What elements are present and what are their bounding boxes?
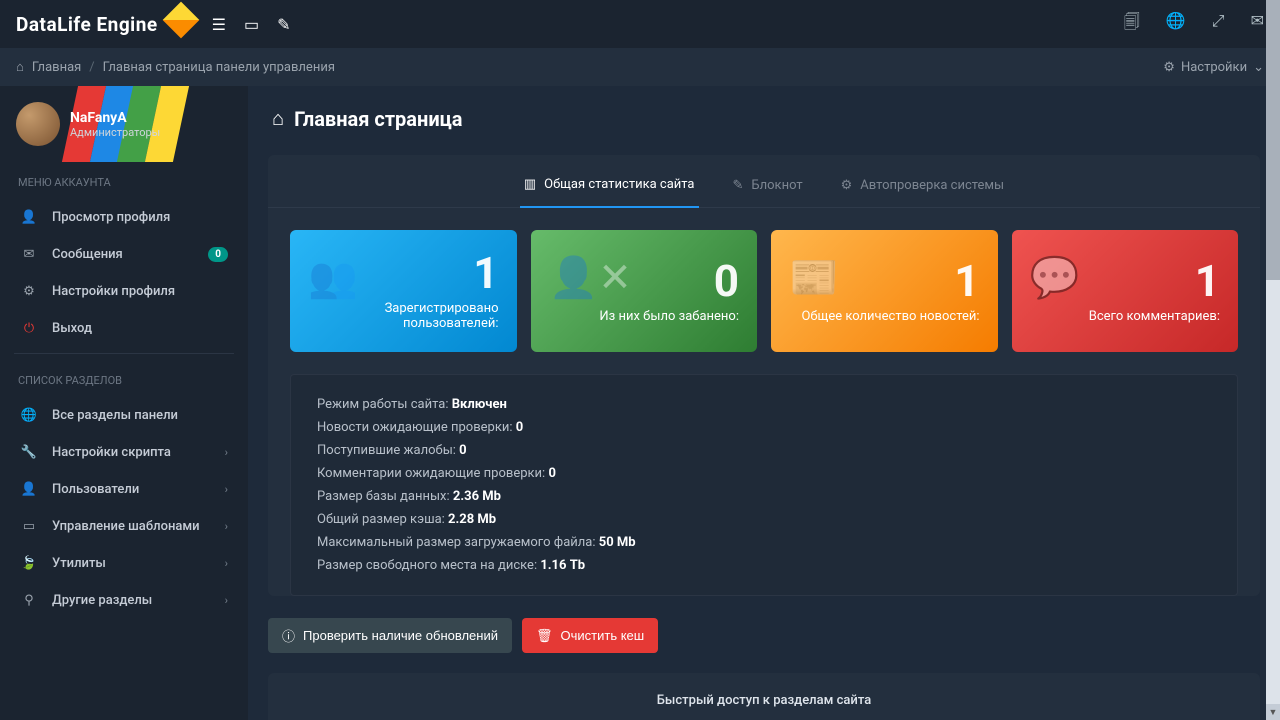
sidebar-item-users[interactable]: 👤 Пользователи › — [0, 471, 248, 508]
comments-icon: 💬 — [1030, 254, 1080, 301]
gear-icon: ⚙ — [841, 178, 853, 193]
info-row: Общий размер кэша: 2.28 Mb — [317, 508, 1211, 531]
stat-card-banned[interactable]: 👤✕ 0 Из них было забанено: — [531, 230, 758, 352]
envelope-icon: ✉ — [20, 247, 38, 262]
logo[interactable]: DataLife Engine — [16, 11, 194, 37]
sidebar-item-templates[interactable]: ▭ Управление шаблонами › — [0, 508, 248, 545]
action-buttons: ⓘ Проверить наличие обновлений 🗑 Очистит… — [268, 618, 1260, 655]
stat-card-news[interactable]: 📰 1 Общее количество новостей: — [771, 230, 998, 352]
stat-card-users[interactable]: 👥 1 Зарегистрировано пользователей: — [290, 230, 517, 352]
sidebar: NaFanyA Администраторы МЕНЮ АККАУНТА 👤 П… — [0, 86, 248, 720]
power-icon: ⏻ — [20, 321, 38, 336]
sidebar-item-utilities[interactable]: 🍃 Утилиты › — [0, 545, 248, 582]
chevron-right-icon: › — [225, 520, 228, 533]
topbar: DataLife Engine ☰ ▭ ✎ 🗐 🌐 ⤢ ✉ — [0, 0, 1280, 48]
sidebar-item-messages[interactable]: ✉ Сообщения 0 — [0, 236, 248, 273]
chevron-right-icon: › — [225, 557, 228, 570]
quick-access-title: Быстрый доступ к разделам сайта — [288, 693, 1240, 708]
gear-icon: ⚙ — [1163, 60, 1175, 75]
globe-icon[interactable]: 🌐 — [1166, 11, 1186, 38]
chevron-right-icon: › — [225, 446, 228, 459]
laptop-icon: ▭ — [20, 519, 38, 534]
home-icon[interactable]: ⌂ — [16, 59, 24, 75]
share-icon: ⚲ — [20, 593, 38, 608]
chevron-down-icon: ⌄ — [1253, 60, 1264, 75]
user-icon: 👤 — [20, 482, 38, 497]
scrollbar-thumb[interactable] — [1266, 0, 1280, 280]
edit-icon: ✎ — [733, 178, 744, 193]
avatar — [16, 102, 60, 146]
settings-dropdown[interactable]: ⚙ Настройки ⌄ — [1163, 60, 1264, 75]
scrollbar-down-button[interactable]: ▼ — [1266, 704, 1280, 720]
chevron-right-icon: › — [225, 594, 228, 607]
info-row: Поступившие жалобы: 0 — [317, 439, 1211, 462]
quick-access-panel: Быстрый доступ к разделам сайта — [268, 673, 1260, 720]
scrollbar[interactable]: ▼ — [1266, 0, 1280, 720]
mail-icon[interactable]: ✉ — [1251, 11, 1264, 38]
stat-card-comments[interactable]: 💬 1 Всего комментариев: — [1012, 230, 1239, 352]
home-icon: ⌂ — [272, 106, 284, 131]
user-block[interactable]: NaFanyA Администраторы — [0, 86, 248, 162]
info-icon: ⓘ — [282, 626, 295, 645]
edit-icon[interactable]: ✎ — [277, 15, 290, 34]
user-banned-icon: 👤✕ — [549, 254, 632, 301]
info-row: Новости ожидающие проверки: 0 — [317, 416, 1211, 439]
sidebar-item-settings[interactable]: ⚙ Настройки профиля — [0, 273, 248, 310]
tabs: ▥ Общая статистика сайта ✎ Блокнот ⚙ Авт… — [268, 155, 1260, 208]
info-panel: Режим работы сайта: Включен Новости ожид… — [290, 374, 1238, 596]
trash-icon: 🗑 — [536, 628, 553, 644]
news-icon[interactable]: ▭ — [244, 15, 259, 34]
info-row: Размер свободного места на диске: 1.16 T… — [317, 554, 1211, 577]
messages-badge: 0 — [208, 247, 228, 262]
clear-cache-button[interactable]: 🗑 Очистить кеш — [522, 618, 658, 653]
page-title: ⌂ Главная страница — [268, 86, 1260, 155]
chart-icon: ▥ — [524, 177, 536, 192]
sidebar-item-other[interactable]: ⚲ Другие разделы › — [0, 582, 248, 619]
globe-icon: 🌐 — [20, 408, 38, 423]
sections-title: СПИСОК РАЗДЕЛОВ — [0, 360, 248, 397]
breadcrumb-home[interactable]: Главная — [32, 60, 81, 75]
sidebar-item-profile[interactable]: 👤 Просмотр профиля — [0, 199, 248, 236]
info-row: Размер базы данных: 2.36 Mb — [317, 485, 1211, 508]
translate-icon[interactable]: 🗐 — [1124, 11, 1140, 38]
chevron-right-icon: › — [225, 483, 228, 496]
sidebar-item-logout[interactable]: ⏻ Выход — [0, 310, 248, 347]
check-updates-button[interactable]: ⓘ Проверить наличие обновлений — [268, 618, 512, 653]
content: ⌂ Главная страница ▥ Общая статистика са… — [248, 86, 1280, 720]
stats-row: 👥 1 Зарегистрировано пользователей: 👤✕ 0… — [268, 208, 1260, 374]
sidebar-item-script-settings[interactable]: 🔧 Настройки скрипта › — [0, 434, 248, 471]
breadcrumb-separator: / — [89, 60, 94, 75]
info-row: Максимальный размер загружаемого файла: … — [317, 531, 1211, 554]
user-icon: 👤 — [20, 210, 38, 225]
logo-badge-icon — [162, 2, 199, 39]
tab-notes[interactable]: ✎ Блокнот — [729, 171, 807, 207]
users-icon: 👥 — [308, 254, 358, 301]
breadcrumb-current: Главная страница панели управления — [103, 60, 335, 75]
gear-icon: ⚙ — [20, 284, 38, 299]
menu-icon[interactable]: ☰ — [212, 15, 226, 34]
tab-stats[interactable]: ▥ Общая статистика сайта — [520, 171, 699, 208]
user-role: Администраторы — [70, 126, 160, 139]
info-row: Режим работы сайта: Включен — [317, 393, 1211, 416]
breadcrumb: ⌂ Главная / Главная страница панели упра… — [0, 48, 1280, 86]
tab-autocheck[interactable]: ⚙ Автопроверка системы — [837, 171, 1009, 207]
stats-panel: ▥ Общая статистика сайта ✎ Блокнот ⚙ Авт… — [268, 155, 1260, 596]
account-section-title: МЕНЮ АККАУНТА — [0, 162, 248, 199]
sidebar-item-allsections[interactable]: 🌐 Все разделы панели — [0, 397, 248, 434]
user-name: NaFanyA — [70, 110, 160, 126]
leaf-icon: 🍃 — [20, 556, 38, 571]
info-row: Комментарии ожидающие проверки: 0 — [317, 462, 1211, 485]
fullscreen-icon[interactable]: ⤢ — [1212, 11, 1225, 38]
wrench-icon: 🔧 — [20, 445, 38, 460]
newspaper-icon: 📰 — [789, 254, 839, 301]
